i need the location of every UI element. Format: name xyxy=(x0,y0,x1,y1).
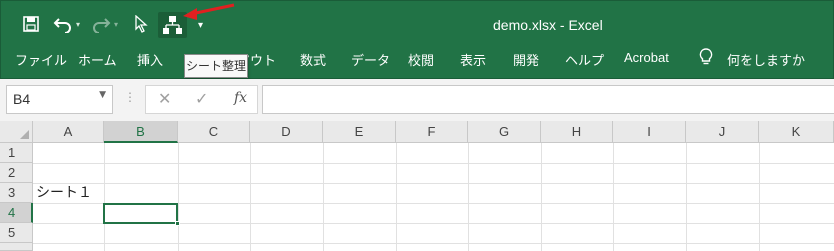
name-box-dropdown-icon[interactable]: ▼ xyxy=(99,90,106,100)
formula-buttons: ✕ ✓ fx xyxy=(145,85,258,114)
fill-handle[interactable] xyxy=(175,221,180,226)
enter-icon[interactable]: ✓ xyxy=(195,89,208,108)
cancel-icon[interactable]: ✕ xyxy=(158,89,171,108)
name-box[interactable]: B4 ▼ xyxy=(6,85,113,114)
formula-bar: B4 ▼ ⋮ ✕ ✓ fx xyxy=(0,79,834,121)
worksheet-grid[interactable]: A B C D E F G H I J K 1 2 3 4 5 シート１ xyxy=(0,121,834,251)
tab-review[interactable]: 校閲 xyxy=(408,50,434,69)
tab-insert[interactable]: 挿入 xyxy=(137,50,163,69)
tab-developer[interactable]: 開発 xyxy=(513,50,539,69)
ribbon-tabs: ファイル ホーム 挿入 アウト 数式 データ 校閲 表示 開発 ヘルプ Acro… xyxy=(1,46,834,76)
save-icon[interactable] xyxy=(23,16,39,35)
tab-view[interactable]: 表示 xyxy=(460,50,486,69)
insert-function-button[interactable]: fx xyxy=(234,90,247,106)
select-pointer-icon[interactable] xyxy=(134,14,148,36)
active-cell-b4[interactable] xyxy=(103,203,180,226)
tell-me-search[interactable]: 何をしますか xyxy=(727,50,805,69)
tab-acrobat[interactable]: Acrobat xyxy=(624,50,669,65)
formula-input[interactable] xyxy=(262,85,834,114)
tab-file[interactable]: ファイル xyxy=(15,50,67,69)
tab-help[interactable]: ヘルプ xyxy=(565,50,604,69)
tab-data[interactable]: データ xyxy=(351,50,390,69)
tab-formulas[interactable]: 数式 xyxy=(300,50,326,69)
name-box-value: B4 xyxy=(13,91,31,107)
annotation-arrow-icon xyxy=(183,3,235,20)
tab-home[interactable]: ホーム xyxy=(78,50,117,69)
window-title: demo.xlsx - Excel xyxy=(493,17,603,33)
cell-a3[interactable]: シート１ xyxy=(33,183,104,203)
lightbulb-icon[interactable] xyxy=(699,48,713,70)
redo-dropdown-icon[interactable]: ▾ xyxy=(114,18,118,32)
qat-tooltip: シート整理 xyxy=(184,54,248,78)
excel-ribbon-header: ▾ ▾ ▾ demo.xlsx - Excel ファイル ホーム 挿入 アウト … xyxy=(0,0,834,79)
formula-bar-resize-handle[interactable]: ⋮ xyxy=(124,90,136,104)
undo-dropdown-icon[interactable]: ▾ xyxy=(76,18,80,32)
undo-icon[interactable] xyxy=(53,15,73,36)
cell-a3-value: シート１ xyxy=(36,185,92,201)
redo-icon[interactable] xyxy=(91,15,111,36)
